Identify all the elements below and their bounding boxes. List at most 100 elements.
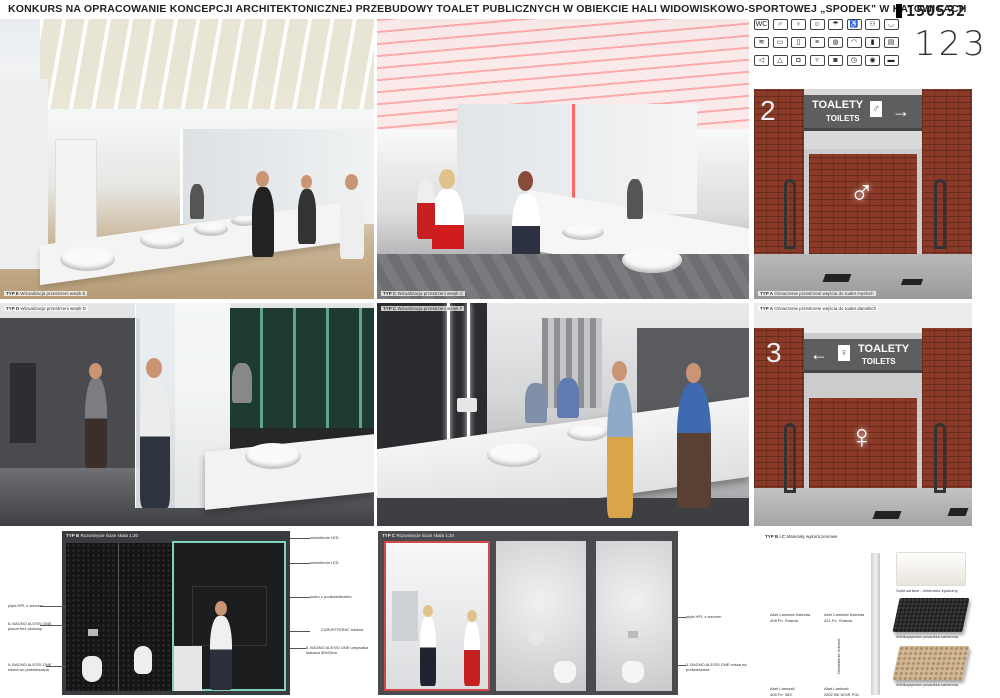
phone-icon: ▮	[865, 37, 880, 48]
speaker-icon: ◁	[754, 55, 769, 66]
swatch-label: Solid surface - mineralno-żywiczny	[896, 588, 958, 593]
section-number: 3	[766, 337, 782, 368]
mirror-icon: ▭	[772, 37, 788, 48]
section-description: Rozwinięcie ścian skala 1:20	[396, 533, 454, 538]
label-wc-c: IL BAGNO ALESSI ONE miska wc podwieszana	[686, 662, 747, 672]
person-figure	[140, 378, 170, 508]
leader-line	[290, 631, 310, 632]
panel-caption: TYP A Oznaczenie przestrzeni wejścia do …	[758, 306, 879, 311]
signage-render-2: ← ♀ TOALETY TOILETS 3 ♀ TYP A Oznaczenie…	[754, 303, 972, 526]
soap-icon: ◍	[828, 37, 843, 48]
wc-bowl	[554, 661, 576, 683]
pin-icon: ◉	[865, 55, 880, 66]
neon-man-icon: ♂	[849, 174, 875, 212]
entry-code-text: 150532	[906, 2, 967, 20]
ceiling-light-strips	[40, 19, 374, 109]
panel-caption: TYP D Wizualizacja przestrzeni wstęk D	[4, 306, 88, 311]
render-typ-d: TYP D Wizualizacja przestrzeni wstęk D	[0, 303, 374, 526]
family-icon: ⚇	[865, 19, 880, 30]
panel-caption: TYP C Wizualizacja przestrzeni wstęk C	[381, 291, 465, 296]
wc-bowl	[622, 661, 644, 683]
leader-line	[678, 665, 686, 666]
person-figure	[252, 187, 274, 257]
person-reflection	[627, 179, 643, 219]
person-head	[467, 610, 477, 622]
person-figure	[607, 383, 633, 518]
panel-type: TYP A	[760, 291, 774, 296]
person-figure	[557, 378, 579, 418]
label-tap: CURVETRONIC bateria	[320, 627, 364, 632]
material-code: 408 Frr. 383	[770, 692, 792, 697]
panel-caption: TYP E Wizualizacja przestrzeni wstęk E	[4, 291, 88, 296]
person-figure	[417, 179, 435, 239]
wall-door	[0, 79, 48, 269]
panel-description: Wizualizacja przestrzeni wstęk F	[397, 306, 463, 311]
page-title: KONKURS NA OPRACOWANIE KONCEPCJI ARCHITE…	[8, 3, 967, 15]
person-figure	[85, 378, 107, 468]
person-head	[345, 174, 358, 190]
wheelchair-icon: ♿	[846, 19, 862, 30]
section-type: TYP C	[382, 533, 396, 538]
leader-line	[678, 617, 686, 618]
solid-surface-swatch	[896, 552, 966, 586]
sink	[567, 425, 607, 441]
handrail	[934, 423, 946, 493]
toilet-icon	[82, 656, 102, 682]
leader-line	[290, 538, 310, 539]
section-number: 2	[760, 95, 776, 126]
person-figure	[210, 616, 232, 690]
sign-title: TOALETY	[858, 343, 910, 355]
person-figure	[677, 383, 711, 508]
person-reflection	[232, 363, 252, 403]
urinal-icon	[134, 646, 152, 674]
sink	[245, 443, 301, 469]
handrail	[784, 423, 796, 493]
divider	[118, 543, 119, 691]
person-head	[518, 171, 533, 191]
person-figure	[525, 383, 547, 423]
person-head	[89, 363, 102, 379]
entry-code-marker	[896, 4, 902, 18]
card-icon: ▬	[883, 55, 899, 66]
person-figure	[420, 616, 436, 686]
render-typ-e: TYP E Wizualizacja przestrzeni wstęk E	[0, 19, 374, 299]
person-head	[439, 169, 455, 189]
materials-description: Materiały wykończeniowe	[786, 534, 838, 539]
man-pictogram-box: ♂	[870, 101, 882, 117]
clock-icon: ◷	[846, 55, 862, 66]
brick-wall-right	[922, 89, 972, 259]
towel-icon: ≡	[809, 37, 825, 48]
camera-icon: ◙	[828, 55, 843, 66]
floor	[754, 488, 972, 526]
shower-icon: ☂	[828, 19, 843, 30]
person-head	[256, 171, 269, 187]
person-head	[301, 175, 312, 189]
leader-line	[290, 563, 310, 564]
led-strip	[467, 303, 470, 443]
person-head	[612, 361, 627, 381]
door-panel	[55, 139, 97, 249]
person-head	[146, 358, 162, 378]
trash-icon: ▯	[791, 37, 806, 48]
lighting-label: Oświetlenie ścienne	[836, 638, 841, 674]
label-urinal: IL BAGNO ALESSI ONE pisuar bez płukowy	[8, 621, 52, 631]
person-figure	[464, 621, 480, 686]
wc-icon: WC	[754, 19, 769, 30]
woman-icon: ♀	[791, 19, 806, 30]
sign-title: TOALETY	[812, 99, 864, 111]
leader-line	[40, 625, 66, 626]
label-hpl-c: płyta HPL z wzorem	[686, 614, 722, 619]
label-hpl: płyta HPL z wzorem	[8, 603, 44, 608]
sign-subtitle: TOILETS	[862, 357, 896, 366]
material-name: Abet Laminati Kalestra	[824, 612, 865, 617]
section-type: TYP B	[66, 533, 80, 538]
diaper-icon: ▿	[809, 55, 825, 66]
section-description: Rozwinięcie ścian skala 1:20	[80, 533, 138, 538]
panel-type: TYP A	[760, 306, 774, 311]
washbasin-counter	[174, 646, 202, 691]
hanger-icon: △	[772, 55, 788, 66]
pictogram-grid: WC ♂ ♀ ☺ ☂ ♿ ⚇ ◡ ≋ ▭ ▯ ≡ ◍ ◠ ▮ ▤ ◁ △ ◘ ▿ ◙ ◷ ◉ ▬	[754, 19, 902, 73]
person-head	[686, 363, 701, 383]
neon-woman-icon: ♀	[849, 418, 875, 456]
leader-line	[46, 666, 66, 667]
